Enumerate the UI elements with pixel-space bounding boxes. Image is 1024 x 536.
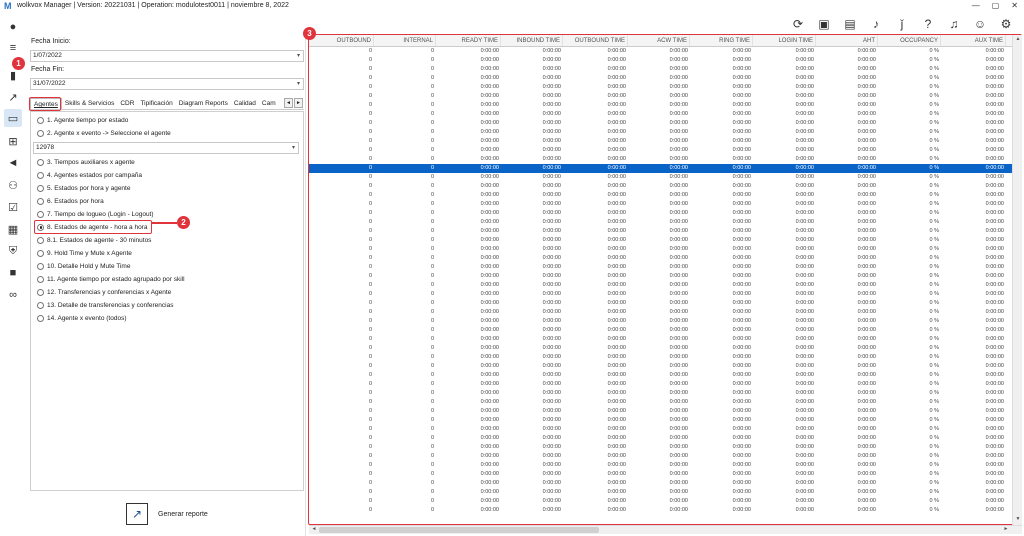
radio-button[interactable] — [37, 197, 44, 205]
chevron-down-icon: ▾ — [291, 145, 295, 151]
report-option[interactable]: 4. Agentes estados por campaña — [37, 170, 142, 180]
fecha-fin-field[interactable]: 31/07/2022 ▾ — [30, 78, 304, 90]
tab-cdr[interactable]: CDR — [117, 98, 137, 109]
report-option[interactable]: 6. Estados por hora — [37, 196, 104, 206]
radio-button[interactable] — [37, 275, 44, 283]
radio-button[interactable] — [37, 116, 44, 124]
shield-icon[interactable]: ⛨ — [4, 242, 22, 260]
analytics-icon[interactable]: ↗ — [4, 88, 22, 106]
refresh-icon[interactable]: ⟳ — [790, 16, 806, 32]
help-icon[interactable]: ? — [920, 16, 936, 32]
chevron-down-icon: ▾ — [296, 53, 300, 59]
minimize-button[interactable]: — — [972, 0, 980, 12]
left-navigation: ● ≡ ▮ ↗ ▭ ⊞ ◄ ⚇ ☑ ▦ ⛨ ■ ∞ — [0, 14, 26, 536]
scroll-left-icon[interactable]: ◄ — [310, 526, 318, 534]
maximize-button[interactable]: ▢ — [992, 0, 1000, 12]
fecha-inicio-label: Fecha Inicio: — [31, 38, 71, 45]
top-toolbar: ⟳ ▣ ▤ ♪ ǰ ? ♫ ☺ ⚙ — [790, 14, 1014, 34]
radio-button[interactable] — [37, 249, 44, 257]
annotation-highlight-agentes — [29, 97, 61, 111]
window-controls: — ▢ ✕ — [972, 0, 1018, 12]
fecha-fin-value: 31/07/2022 — [33, 80, 66, 87]
scroll-down-icon[interactable]: ▼ — [1014, 516, 1022, 524]
music-note-icon[interactable]: ♪ — [868, 16, 884, 32]
fecha-fin-label: Fecha Fin: — [31, 66, 65, 73]
radio-button[interactable] — [37, 129, 44, 137]
bell-icon[interactable]: ♫ — [946, 16, 962, 32]
tab-tipificacion[interactable]: Tipificación — [137, 98, 175, 109]
report-option[interactable]: 7. Tiempo de logueo (Login - Logout) — [37, 209, 154, 219]
radio-button[interactable] — [37, 288, 44, 296]
app-logo-icon: M — [4, 1, 12, 11]
radio-button[interactable] — [37, 158, 44, 166]
report-option[interactable]: 9. Hold Time y Mute x Agente — [37, 248, 132, 258]
annotation-highlight-report — [34, 220, 152, 234]
report-option[interactable]: 5. Estados por hora y agente — [37, 183, 130, 193]
report-panel: Fecha Inicio: 1/07/2022 ▾ Fecha Fin: 31/… — [26, 35, 306, 536]
tab-diagram-reports[interactable]: Diagram Reports — [176, 98, 231, 109]
avatar-icon[interactable]: ● — [4, 18, 22, 36]
trend-chart-icon: ↗ — [126, 503, 148, 525]
microphone-icon[interactable]: ǰ — [894, 16, 910, 32]
chevron-down-icon: ▾ — [296, 81, 300, 87]
calculator-icon[interactable]: ▦ — [4, 220, 22, 238]
tab-skills-servicios[interactable]: Skills & Servicios — [62, 98, 117, 109]
report-option[interactable]: 3. Tiempos auxiliares x agente — [37, 157, 135, 167]
radio-button[interactable] — [37, 236, 44, 244]
flow-icon[interactable]: ⊞ — [4, 132, 22, 150]
annotation-badge-1: 1 — [12, 57, 25, 70]
report-list: 1. Agente tiempo por estado 2. Agente x … — [30, 111, 304, 491]
report-option[interactable]: 11. Agente tiempo por estado agrupado po… — [37, 274, 185, 284]
radio-button[interactable] — [37, 301, 44, 309]
agent-select[interactable]: 12978 ▾ — [33, 142, 299, 154]
radio-button[interactable] — [37, 184, 44, 192]
report-option[interactable]: 12. Transferencias y conferencias x Agen… — [37, 287, 171, 297]
report-tabs: Agentes Skills & Servicios CDR Tipificac… — [30, 98, 304, 110]
annotation-badge-3: 3 — [303, 27, 316, 40]
radio-button[interactable] — [37, 262, 44, 270]
document-icon[interactable]: ▭ — [4, 109, 22, 127]
title-bar: M wolkvox Manager | Version: 20221031 | … — [0, 0, 1024, 12]
radio-button[interactable] — [37, 210, 44, 218]
vertical-scrollbar[interactable]: ▲ ▼ — [1012, 35, 1022, 525]
generate-report-button[interactable]: ↗ Generar reporte — [126, 503, 208, 525]
scroll-right-icon[interactable]: ► — [1002, 526, 1010, 534]
users-icon[interactable]: ⚇ — [4, 176, 22, 194]
chevron-left-icon[interactable]: ◄ — [284, 98, 293, 108]
video-icon[interactable]: ■ — [4, 264, 22, 282]
megaphone-icon[interactable]: ◄ — [4, 154, 22, 172]
radio-button[interactable] — [37, 171, 44, 179]
user-icon[interactable]: ☺ — [972, 16, 988, 32]
menu-icon[interactable]: ≡ — [4, 39, 22, 57]
report-option[interactable]: 1. Agente tiempo por estado — [37, 115, 128, 125]
tab-calidad[interactable]: Calidad — [231, 98, 259, 109]
gallery-icon[interactable]: ▣ — [816, 16, 832, 32]
chevron-right-icon[interactable]: ► — [294, 98, 303, 108]
voicemail-icon[interactable]: ∞ — [4, 286, 22, 304]
horizontal-scrollbar[interactable]: ◄ ► — [309, 525, 1022, 534]
report-option[interactable]: 14. Agente x evento (todos) — [37, 313, 127, 323]
scroll-up-icon[interactable]: ▲ — [1014, 36, 1022, 44]
close-button[interactable]: ✕ — [1011, 0, 1018, 12]
agent-select-value: 12978 — [36, 144, 55, 151]
tab-campanas[interactable]: Cam — [259, 98, 279, 109]
fecha-inicio-value: 1/07/2022 — [33, 52, 62, 59]
settings-icon[interactable]: ⚙ — [998, 16, 1014, 32]
report-option[interactable]: 10. Detalle Hold y Mute Time — [37, 261, 130, 271]
annotation-highlight-grid — [308, 34, 1022, 525]
generate-report-label: Generar reporte — [158, 510, 208, 518]
report-option[interactable]: 2. Agente x evento -> Seleccione el agen… — [37, 128, 171, 138]
annotation-badge-2: 2 — [177, 216, 190, 229]
annotation-arrow — [151, 222, 177, 224]
fecha-inicio-field[interactable]: 1/07/2022 ▾ — [30, 50, 304, 62]
window-title: wolkvox Manager | Version: 20221031 | Op… — [17, 2, 289, 9]
contact-card-icon[interactable]: ▤ — [842, 16, 858, 32]
tab-scroll-arrows: ◄ ► — [284, 98, 303, 108]
radio-button[interactable] — [37, 314, 44, 322]
scroll-thumb[interactable] — [319, 527, 599, 533]
report-option[interactable]: 8.1. Estados de agente - 30 minutos — [37, 235, 151, 245]
report-option[interactable]: 13. Detalle de transferencias y conferen… — [37, 300, 173, 310]
checklist-icon[interactable]: ☑ — [4, 198, 22, 216]
